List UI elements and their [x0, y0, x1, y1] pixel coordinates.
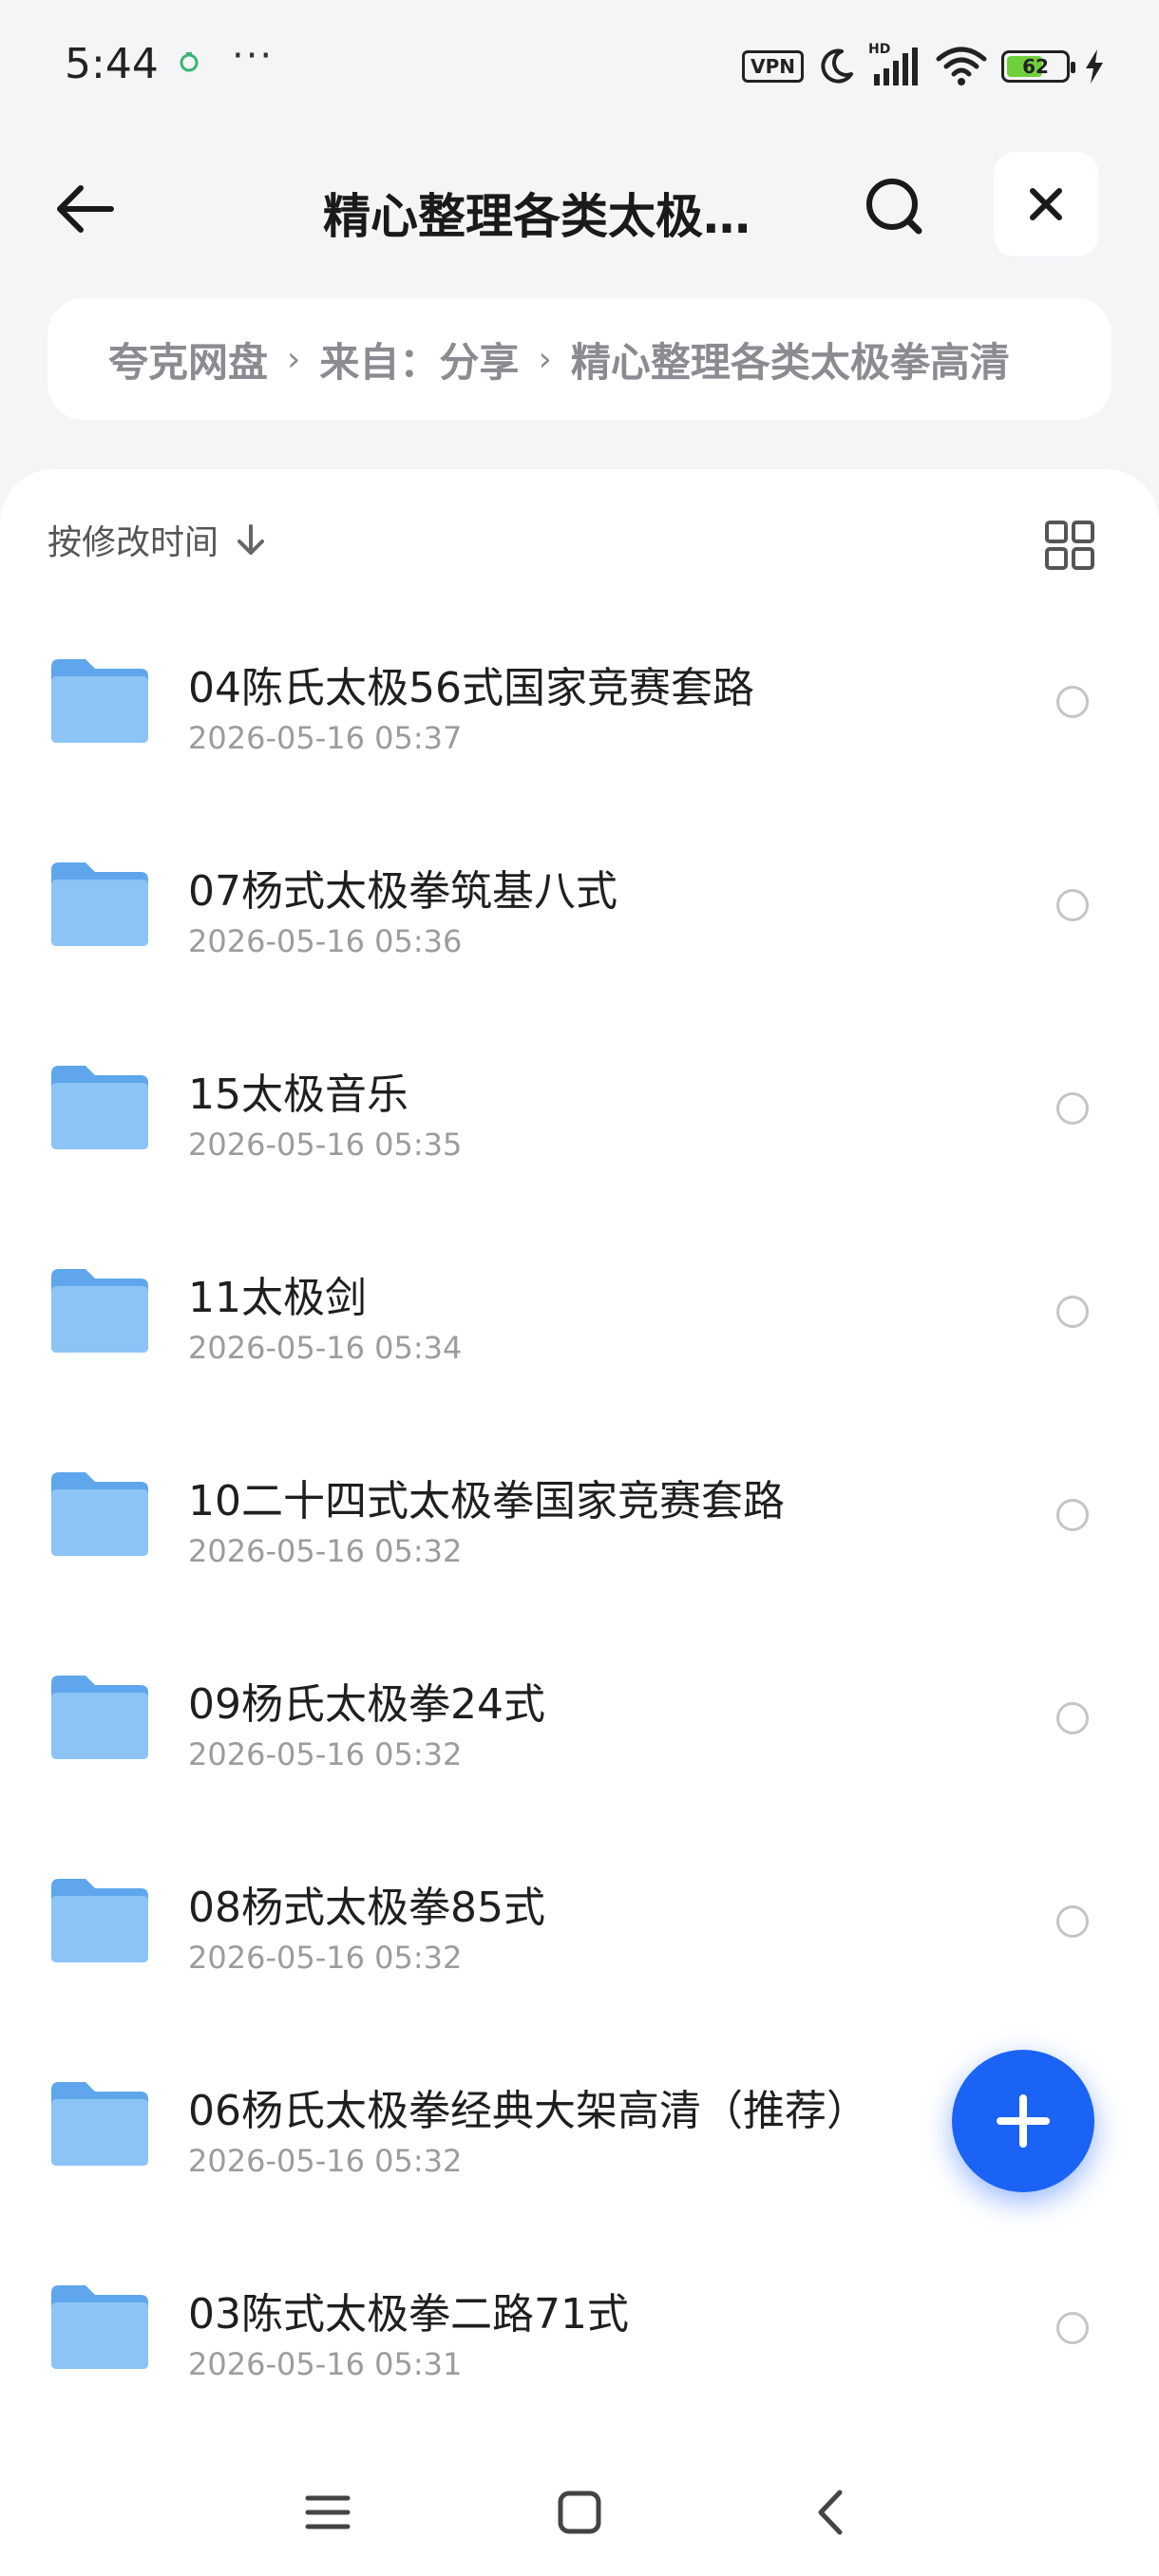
- home-button[interactable]: [546, 2479, 613, 2546]
- sort-label: 按修改时间: [48, 523, 219, 562]
- file-date: 2026-05-16 05:34: [188, 1330, 463, 1366]
- status-icons: VPN HD 62: [742, 42, 1106, 89]
- arrow-left-icon: [57, 185, 114, 233]
- select-radio[interactable]: [1056, 1499, 1089, 1531]
- status-bar: 5:44 ··· VPN HD 62: [0, 0, 1159, 133]
- folder-icon: [51, 1066, 148, 1149]
- file-date: 2026-05-16 05:32: [188, 2143, 463, 2179]
- breadcrumb-separator: ›: [538, 339, 552, 379]
- app-notification-icon: [180, 52, 199, 72]
- list-item[interactable]: 04陈氏太极56式国家竞赛套路 2026-05-16 05:37: [0, 633, 1159, 836]
- battery-icon: 62: [1001, 50, 1075, 83]
- do-not-disturb-moon-icon: [821, 48, 853, 84]
- nav-back-button[interactable]: [798, 2479, 864, 2546]
- breadcrumb-separator: ›: [287, 339, 301, 379]
- select-radio[interactable]: [1056, 889, 1089, 921]
- file-name: 09杨氏太极拳24式: [188, 1680, 545, 1729]
- file-date: 2026-05-16 05:32: [188, 1736, 463, 1772]
- list-item[interactable]: 15太极音乐 2026-05-16 05:35: [0, 1039, 1159, 1242]
- file-name: 15太极音乐: [188, 1070, 408, 1119]
- list-item[interactable]: 11太极剑 2026-05-16 05:34: [0, 1242, 1159, 1446]
- select-radio[interactable]: [1056, 1702, 1089, 1734]
- chevron-left-icon: [818, 2490, 843, 2535]
- file-name: 07杨式太极拳筑基八式: [188, 867, 618, 916]
- signal-icon: HD: [868, 42, 922, 87]
- file-date: 2026-05-16 05:37: [188, 720, 463, 756]
- close-icon: [1030, 188, 1062, 220]
- file-name: 11太极剑: [188, 1274, 367, 1322]
- home-square-icon: [558, 2491, 601, 2534]
- status-more-indicator: ···: [232, 34, 275, 78]
- file-name: 08杨式太极拳85式: [188, 1884, 545, 1932]
- wifi-icon: [936, 47, 987, 85]
- plus-icon: [997, 2094, 1050, 2148]
- grid-view-icon[interactable]: [1041, 517, 1098, 574]
- folder-icon: [51, 1676, 148, 1759]
- file-date: 2026-05-16 05:32: [188, 1533, 463, 1569]
- vpn-icon: VPN: [742, 50, 804, 83]
- folder-icon: [51, 2285, 148, 2369]
- folder-icon: [51, 1472, 148, 1556]
- breadcrumb-item-share[interactable]: 来自：分享: [319, 331, 519, 388]
- folder-icon: [51, 862, 148, 946]
- status-time: 5:44: [65, 40, 159, 88]
- breadcrumb-item-root[interactable]: 夸克网盘: [108, 331, 268, 388]
- list-item[interactable]: 07杨式太极拳筑基八式 2026-05-16 05:36: [0, 836, 1159, 1039]
- back-button[interactable]: [46, 169, 125, 249]
- breadcrumb-item-current: 精心整理各类太极拳高清: [570, 338, 1010, 386]
- list-item[interactable]: 08杨式太极拳85式 2026-05-16 05:32: [0, 1852, 1159, 2055]
- arrow-down-icon: [238, 524, 265, 555]
- folder-icon: [51, 659, 148, 743]
- file-name: 04陈氏太极56式国家竞赛套路: [188, 664, 754, 712]
- folder-icon: [51, 1269, 148, 1353]
- battery-cap: [1071, 62, 1075, 73]
- sort-button[interactable]: 按修改时间: [48, 515, 270, 564]
- menu-icon: [305, 2495, 351, 2529]
- list-item[interactable]: 03陈式太极拳二路71式 2026-05-16 05:31: [0, 2259, 1159, 2462]
- select-radio[interactable]: [1056, 1296, 1089, 1328]
- file-list: 04陈氏太极56式国家竞赛套路 2026-05-16 05:37 07杨式太极拳…: [0, 633, 1159, 2462]
- folder-icon: [51, 1879, 148, 1962]
- file-name: 03陈式太极拳二路71式: [188, 2290, 629, 2339]
- file-browser-panel: 按修改时间 04陈氏太极56式国家竞赛套路 2026-05-16 05:37 0…: [0, 469, 1159, 2576]
- select-radio[interactable]: [1056, 1905, 1089, 1938]
- add-button[interactable]: [952, 2050, 1094, 2192]
- charging-bolt-icon: [1086, 49, 1103, 84]
- select-radio[interactable]: [1056, 1092, 1089, 1125]
- list-item[interactable]: 10二十四式太极拳国家竞赛套路 2026-05-16 05:32: [0, 1446, 1159, 1649]
- select-radio[interactable]: [1056, 686, 1089, 718]
- file-name: 06杨氏太极拳经典大架高清（推荐）: [188, 2087, 868, 2135]
- list-item[interactable]: 09杨氏太极拳24式 2026-05-16 05:32: [0, 1649, 1159, 1852]
- recent-apps-button[interactable]: [294, 2479, 361, 2546]
- page-title: 精心整理各类太极…: [323, 189, 750, 244]
- file-name: 10二十四式太极拳国家竞赛套路: [188, 1477, 785, 1525]
- battery-percent: 62: [1022, 55, 1049, 78]
- breadcrumb: 夸克网盘 › 来自：分享 › 精心整理各类太极拳高清: [48, 298, 1112, 420]
- search-icon: [866, 179, 922, 235]
- file-date: 2026-05-16 05:32: [188, 1940, 463, 1976]
- search-button[interactable]: [855, 167, 935, 247]
- file-date: 2026-05-16 05:36: [188, 923, 463, 959]
- system-navigation-bar: [0, 2451, 1159, 2576]
- file-date: 2026-05-16 05:35: [188, 1127, 463, 1163]
- select-radio[interactable]: [1056, 2312, 1089, 2344]
- folder-icon: [51, 2082, 148, 2166]
- file-date: 2026-05-16 05:31: [188, 2346, 463, 2382]
- close-button[interactable]: [994, 152, 1098, 256]
